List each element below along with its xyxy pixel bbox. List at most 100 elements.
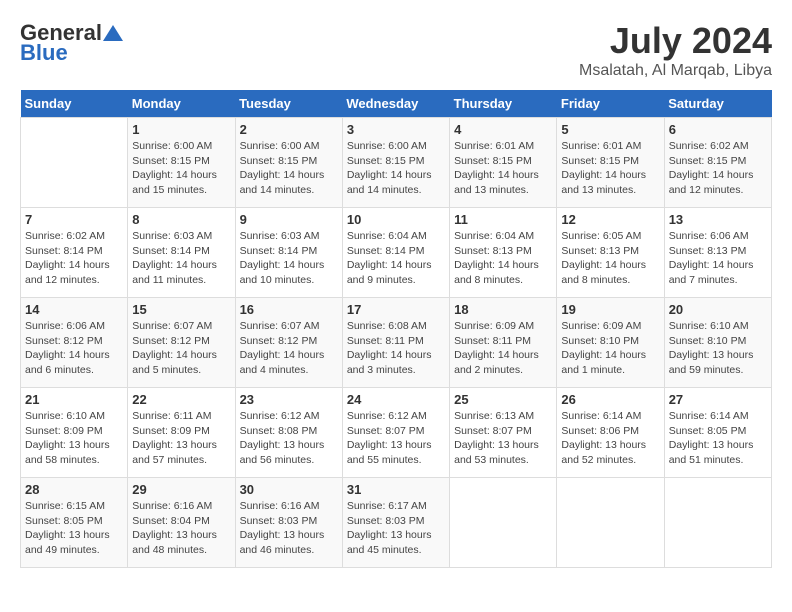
calendar-week-row: 7 Sunrise: 6:02 AM Sunset: 8:14 PM Daylig… — [21, 208, 772, 298]
logo: General Blue — [20, 20, 124, 66]
calendar-cell: 14 Sunrise: 6:06 AM Sunset: 8:12 PM Dayli… — [21, 298, 128, 388]
page-header: General Blue July 2024 Msalatah, Al Marq… — [20, 20, 772, 80]
day-info: Sunrise: 6:09 AM Sunset: 8:10 PM Dayligh… — [561, 319, 659, 378]
day-number: 2 — [240, 122, 338, 137]
calendar-cell: 7 Sunrise: 6:02 AM Sunset: 8:14 PM Daylig… — [21, 208, 128, 298]
day-info: Sunrise: 6:07 AM Sunset: 8:12 PM Dayligh… — [132, 319, 230, 378]
day-number: 29 — [132, 482, 230, 497]
day-info: Sunrise: 6:16 AM Sunset: 8:03 PM Dayligh… — [240, 499, 338, 558]
weekday-header-wednesday: Wednesday — [342, 90, 449, 118]
day-number: 16 — [240, 302, 338, 317]
day-info: Sunrise: 6:03 AM Sunset: 8:14 PM Dayligh… — [240, 229, 338, 288]
calendar-week-row: 21 Sunrise: 6:10 AM Sunset: 8:09 PM Dayli… — [21, 388, 772, 478]
calendar-cell: 29 Sunrise: 6:16 AM Sunset: 8:04 PM Dayli… — [128, 478, 235, 568]
logo-triangle-icon — [103, 23, 123, 43]
calendar-cell: 16 Sunrise: 6:07 AM Sunset: 8:12 PM Dayli… — [235, 298, 342, 388]
day-number: 22 — [132, 392, 230, 407]
day-info: Sunrise: 6:12 AM Sunset: 8:07 PM Dayligh… — [347, 409, 445, 468]
day-number: 11 — [454, 212, 552, 227]
calendar-table: SundayMondayTuesdayWednesdayThursdayFrid… — [20, 90, 772, 568]
calendar-cell: 19 Sunrise: 6:09 AM Sunset: 8:10 PM Dayli… — [557, 298, 664, 388]
calendar-cell: 25 Sunrise: 6:13 AM Sunset: 8:07 PM Dayli… — [450, 388, 557, 478]
day-number: 14 — [25, 302, 123, 317]
calendar-header-row: SundayMondayTuesdayWednesdayThursdayFrid… — [21, 90, 772, 118]
day-info: Sunrise: 6:10 AM Sunset: 8:10 PM Dayligh… — [669, 319, 767, 378]
day-number: 5 — [561, 122, 659, 137]
calendar-cell: 15Sunrise: 6:07 AM Sunset: 8:12 PM Dayli… — [128, 298, 235, 388]
day-info: Sunrise: 6:02 AM Sunset: 8:15 PM Dayligh… — [669, 139, 767, 198]
weekday-header-friday: Friday — [557, 90, 664, 118]
day-info: Sunrise: 6:14 AM Sunset: 8:06 PM Dayligh… — [561, 409, 659, 468]
calendar-cell: 8Sunrise: 6:03 AM Sunset: 8:14 PM Daylig… — [128, 208, 235, 298]
calendar-cell: 13 Sunrise: 6:06 AM Sunset: 8:13 PM Dayli… — [664, 208, 771, 298]
calendar-cell: 6 Sunrise: 6:02 AM Sunset: 8:15 PM Daylig… — [664, 118, 771, 208]
day-number: 17 — [347, 302, 445, 317]
day-number: 20 — [669, 302, 767, 317]
logo-blue-text: Blue — [20, 40, 68, 66]
calendar-cell: 12Sunrise: 6:05 AM Sunset: 8:13 PM Dayli… — [557, 208, 664, 298]
calendar-cell: 22Sunrise: 6:11 AM Sunset: 8:09 PM Dayli… — [128, 388, 235, 478]
calendar-cell: 4 Sunrise: 6:01 AM Sunset: 8:15 PM Daylig… — [450, 118, 557, 208]
calendar-cell: 24 Sunrise: 6:12 AM Sunset: 8:07 PM Dayli… — [342, 388, 449, 478]
day-info: Sunrise: 6:04 AM Sunset: 8:13 PM Dayligh… — [454, 229, 552, 288]
calendar-cell: 3Sunrise: 6:00 AM Sunset: 8:15 PM Daylig… — [342, 118, 449, 208]
calendar-cell: 18 Sunrise: 6:09 AM Sunset: 8:11 PM Dayli… — [450, 298, 557, 388]
day-info: Sunrise: 6:01 AM Sunset: 8:15 PM Dayligh… — [454, 139, 552, 198]
calendar-cell: 11 Sunrise: 6:04 AM Sunset: 8:13 PM Dayli… — [450, 208, 557, 298]
day-number: 21 — [25, 392, 123, 407]
calendar-cell: 9 Sunrise: 6:03 AM Sunset: 8:14 PM Daylig… — [235, 208, 342, 298]
calendar-cell: 27Sunrise: 6:14 AM Sunset: 8:05 PM Dayli… — [664, 388, 771, 478]
day-number: 30 — [240, 482, 338, 497]
weekday-header-monday: Monday — [128, 90, 235, 118]
calendar-cell: 23 Sunrise: 6:12 AM Sunset: 8:08 PM Dayli… — [235, 388, 342, 478]
day-info: Sunrise: 6:06 AM Sunset: 8:12 PM Dayligh… — [25, 319, 123, 378]
day-info: Sunrise: 6:13 AM Sunset: 8:07 PM Dayligh… — [454, 409, 552, 468]
calendar-cell: 26 Sunrise: 6:14 AM Sunset: 8:06 PM Dayli… — [557, 388, 664, 478]
calendar-cell — [557, 478, 664, 568]
day-info: Sunrise: 6:10 AM Sunset: 8:09 PM Dayligh… — [25, 409, 123, 468]
day-info: Sunrise: 6:07 AM Sunset: 8:12 PM Dayligh… — [240, 319, 338, 378]
day-info: Sunrise: 6:15 AM Sunset: 8:05 PM Dayligh… — [25, 499, 123, 558]
calendar-cell: 1 Sunrise: 6:00 AM Sunset: 8:15 PM Daylig… — [128, 118, 235, 208]
day-number: 19 — [561, 302, 659, 317]
day-number: 28 — [25, 482, 123, 497]
day-info: Sunrise: 6:09 AM Sunset: 8:11 PM Dayligh… — [454, 319, 552, 378]
weekday-header-tuesday: Tuesday — [235, 90, 342, 118]
day-info: Sunrise: 6:00 AM Sunset: 8:15 PM Dayligh… — [347, 139, 445, 198]
title-section: July 2024 Msalatah, Al Marqab, Libya — [579, 20, 772, 80]
calendar-week-row: 1 Sunrise: 6:00 AM Sunset: 8:15 PM Daylig… — [21, 118, 772, 208]
day-number: 23 — [240, 392, 338, 407]
weekday-header-saturday: Saturday — [664, 90, 771, 118]
day-number: 18 — [454, 302, 552, 317]
day-info: Sunrise: 6:06 AM Sunset: 8:13 PM Dayligh… — [669, 229, 767, 288]
calendar-cell: 21 Sunrise: 6:10 AM Sunset: 8:09 PM Dayli… — [21, 388, 128, 478]
day-number: 9 — [240, 212, 338, 227]
calendar-cell — [21, 118, 128, 208]
day-info: Sunrise: 6:16 AM Sunset: 8:04 PM Dayligh… — [132, 499, 230, 558]
day-number: 4 — [454, 122, 552, 137]
day-info: Sunrise: 6:02 AM Sunset: 8:14 PM Dayligh… — [25, 229, 123, 288]
day-info: Sunrise: 6:05 AM Sunset: 8:13 PM Dayligh… — [561, 229, 659, 288]
day-number: 27 — [669, 392, 767, 407]
calendar-week-row: 14 Sunrise: 6:06 AM Sunset: 8:12 PM Dayli… — [21, 298, 772, 388]
calendar-cell — [450, 478, 557, 568]
day-number: 13 — [669, 212, 767, 227]
day-number: 7 — [25, 212, 123, 227]
day-number: 6 — [669, 122, 767, 137]
day-info: Sunrise: 6:04 AM Sunset: 8:14 PM Dayligh… — [347, 229, 445, 288]
day-number: 1 — [132, 122, 230, 137]
calendar-cell: 5Sunrise: 6:01 AM Sunset: 8:15 PM Daylig… — [557, 118, 664, 208]
day-number: 24 — [347, 392, 445, 407]
day-info: Sunrise: 6:00 AM Sunset: 8:15 PM Dayligh… — [132, 139, 230, 198]
calendar-cell: 2Sunrise: 6:00 AM Sunset: 8:15 PM Daylig… — [235, 118, 342, 208]
location-subtitle: Msalatah, Al Marqab, Libya — [579, 62, 772, 80]
day-info: Sunrise: 6:03 AM Sunset: 8:14 PM Dayligh… — [132, 229, 230, 288]
calendar-cell — [664, 478, 771, 568]
weekday-header-sunday: Sunday — [21, 90, 128, 118]
calendar-cell: 30 Sunrise: 6:16 AM Sunset: 8:03 PM Dayli… — [235, 478, 342, 568]
calendar-week-row: 28 Sunrise: 6:15 AM Sunset: 8:05 PM Dayli… — [21, 478, 772, 568]
day-number: 26 — [561, 392, 659, 407]
day-info: Sunrise: 6:12 AM Sunset: 8:08 PM Dayligh… — [240, 409, 338, 468]
day-number: 31 — [347, 482, 445, 497]
day-number: 25 — [454, 392, 552, 407]
